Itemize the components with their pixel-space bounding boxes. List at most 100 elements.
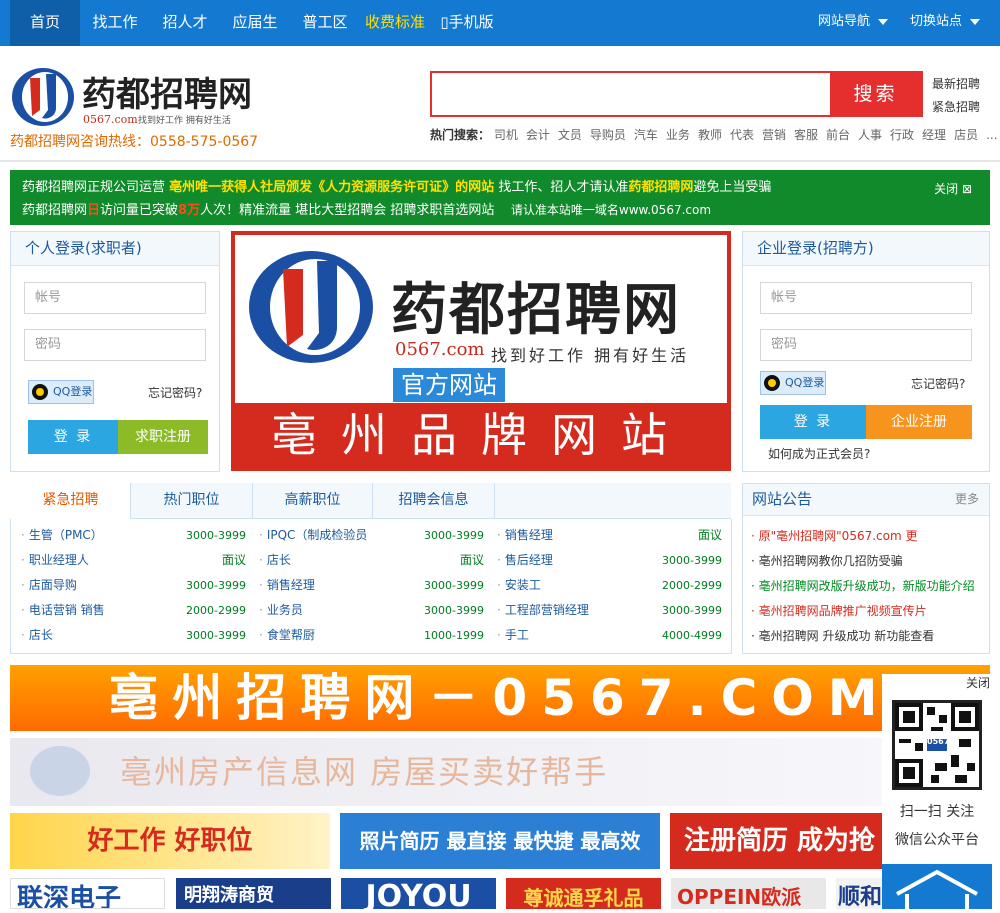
nav-general-workers[interactable]: 普工区: [290, 0, 360, 46]
announcement-item[interactable]: · 亳州招聘网教你几招防受骗: [751, 552, 903, 570]
job-item[interactable]: 生管（PMC） 3000-3999: [21, 523, 246, 548]
job-item[interactable]: 店面导购 3000-3999: [21, 573, 246, 598]
company-password-input[interactable]: 密码: [760, 329, 972, 361]
job-salary: 3000-3999: [186, 629, 246, 642]
person-forgot-password[interactable]: 忘记密码?: [148, 384, 202, 401]
person-password-input[interactable]: 密码: [24, 329, 206, 361]
job-item[interactable]: 职业经理人 面议: [21, 548, 246, 573]
person-account-input[interactable]: 帐号: [24, 282, 206, 314]
notice-text: 药都招聘网: [22, 203, 88, 218]
ad-shunhe[interactable]: 顺和集团办厂: [836, 878, 882, 909]
job-item[interactable]: 店长 3000-3999: [21, 623, 246, 648]
job-item[interactable]: 售后经理 3000-3999: [497, 548, 722, 573]
job-salary: 4000-4999: [662, 629, 722, 642]
wechat-float-panel: 关闭 0567 扫一扫 关注 微信公众平台: [882, 674, 992, 909]
job-item[interactable]: 工程部营销经理 3000-3999: [497, 598, 722, 623]
hot-term[interactable]: 司机: [494, 128, 518, 142]
announcement-text: 亳州招聘网教你几招防受骗: [758, 554, 903, 568]
close-icon: ⊠: [961, 182, 972, 196]
hot-term[interactable]: 汽车: [634, 128, 658, 142]
site-logo[interactable]: 药都招聘网 0567.com 找到好工作 拥有好生活: [10, 64, 260, 134]
job-title: 销售经理: [259, 578, 315, 592]
search-input[interactable]: [432, 73, 832, 115]
hot-term[interactable]: 店员: [954, 128, 978, 142]
job-item[interactable]: 销售经理 面议: [497, 523, 722, 548]
announcement-item[interactable]: · 亳州招聘网品牌推广视频宣传片: [751, 602, 927, 620]
person-login-title: 个人登录(求职者): [11, 232, 219, 266]
person-qq-login[interactable]: QQ登录: [28, 380, 94, 404]
job-item[interactable]: IPQC（制成检验员 3000-3999: [259, 523, 484, 548]
urgent-jobs-link[interactable]: 紧急招聘: [932, 98, 980, 115]
nav-home[interactable]: 首页: [10, 0, 80, 46]
nav-pricing[interactable]: 收费标准: [360, 0, 430, 46]
job-item[interactable]: 手工 4000-4999: [497, 623, 722, 648]
nav-graduates[interactable]: 应届生: [220, 0, 290, 46]
job-item[interactable]: 电话营销 销售 2000-2999: [21, 598, 246, 623]
hot-term[interactable]: 前台: [826, 128, 850, 142]
tab-popular[interactable]: 热门职位: [131, 483, 253, 519]
logo-slogan: 找到好工作 拥有好生活: [138, 114, 231, 126]
job-salary: 2000-2999: [662, 579, 722, 592]
job-item[interactable]: 店长 面议: [259, 548, 484, 573]
announcement-item[interactable]: · 原"亳州招聘网"0567.com 更: [751, 527, 917, 545]
company-forgot-password[interactable]: 忘记密码?: [911, 375, 965, 392]
ad-banner-main[interactable]: 亳州招聘网－0567.COM: [10, 665, 990, 731]
person-register-button[interactable]: 求职注册: [118, 420, 208, 454]
hot-term[interactable]: 导购员: [590, 128, 626, 142]
notice-close-button[interactable]: 关闭 ⊠: [934, 178, 972, 201]
ad-joyou[interactable]: JOYOU: [341, 878, 496, 909]
job-item[interactable]: 业务员 3000-3999: [259, 598, 484, 623]
ad-oppein[interactable]: OPPEIN欧派: [671, 878, 826, 909]
tab-job-fairs[interactable]: 招聘会信息: [373, 483, 495, 519]
center-banner[interactable]: 药都招聘网 0567.com 找到好工作 拥有好生活 官方网站 亳州品牌网站: [231, 231, 731, 471]
nav-mobile-label: 手机版: [448, 13, 494, 31]
membership-link[interactable]: 如何成为正式会员?: [768, 445, 870, 462]
float-home-tab[interactable]: [882, 864, 992, 909]
job-item[interactable]: 食堂帮厨 1000-1999: [259, 623, 484, 648]
site-nav-dropdown[interactable]: 网站导航: [808, 0, 898, 46]
ad-photo-resume[interactable]: 照片简历 最直接 最快捷 最高效: [340, 813, 660, 869]
hot-term[interactable]: ...: [986, 128, 997, 142]
hot-searches: 热门搜索： 司机 会计 文员 导购员 汽车 业务 教师 代表 营销 客服 前台 人事 行政 经理 店员...: [430, 126, 1000, 143]
float-close-button[interactable]: 关闭: [966, 674, 990, 691]
job-salary: 面议: [459, 553, 484, 567]
hot-term[interactable]: 行政: [890, 128, 914, 142]
nav-find-job[interactable]: 找工作: [80, 0, 150, 46]
ad-register-resume[interactable]: 注册简历 成为抢: [670, 813, 882, 869]
latest-jobs-link[interactable]: 最新招聘: [932, 75, 980, 92]
hot-term[interactable]: 营销: [762, 128, 786, 142]
search-button[interactable]: 搜索: [830, 73, 921, 115]
ad-zuncheng[interactable]: 尊诚通孚礼品: [506, 878, 661, 909]
hot-term[interactable]: 代表: [730, 128, 754, 142]
company-register-button[interactable]: 企业注册: [866, 405, 972, 439]
announcement-item[interactable]: · 亳州招聘网 升级成功 新功能查看: [751, 627, 934, 645]
announcement-item[interactable]: · 亳州招聘网改版升级成功，新版功能介绍: [751, 577, 975, 595]
ad-banner-house[interactable]: 亳州房产信息网 房屋买卖好帮手: [10, 738, 890, 806]
company-login-button[interactable]: 登 录: [760, 405, 866, 439]
job-item[interactable]: 销售经理 3000-3999: [259, 573, 484, 598]
company-account-input[interactable]: 帐号: [760, 282, 972, 314]
switch-site-dropdown[interactable]: 切换站点: [900, 0, 990, 46]
company-qq-login[interactable]: QQ登录: [760, 371, 826, 395]
hot-term[interactable]: 人事: [858, 128, 882, 142]
hot-term[interactable]: 经理: [922, 128, 946, 142]
tab-high-salary[interactable]: 高薪职位: [253, 483, 373, 519]
ad-mingxiang[interactable]: 明翔涛商贸: [176, 878, 331, 909]
job-title: 电话营销 销售: [21, 603, 105, 617]
ad-good-job[interactable]: 好工作 好职位: [10, 813, 330, 869]
person-login-button[interactable]: 登 录: [28, 420, 118, 454]
ad-lianshen[interactable]: 联深电子: [10, 878, 165, 909]
job-item[interactable]: 安装工 2000-2999: [497, 573, 722, 598]
tab-urgent[interactable]: 紧急招聘: [11, 483, 131, 520]
hot-term[interactable]: 业务: [666, 128, 690, 142]
nav-find-talent[interactable]: 招人才: [150, 0, 220, 46]
hot-term[interactable]: 教师: [698, 128, 722, 142]
nav-mobile[interactable]: ▯手机版: [432, 0, 502, 46]
hot-term[interactable]: 客服: [794, 128, 818, 142]
notice-highlight: 药都招聘网: [628, 180, 694, 195]
person-login-panel: 个人登录(求职者) 帐号 密码 QQ登录 忘记密码? 登 录 求职注册: [10, 231, 220, 472]
house-ad-text: 亳州房产信息网 房屋买卖好帮手: [120, 753, 609, 791]
announcement-more-link[interactable]: 更多: [955, 484, 979, 514]
hot-term[interactable]: 文员: [558, 128, 582, 142]
hot-term[interactable]: 会计: [526, 128, 550, 142]
